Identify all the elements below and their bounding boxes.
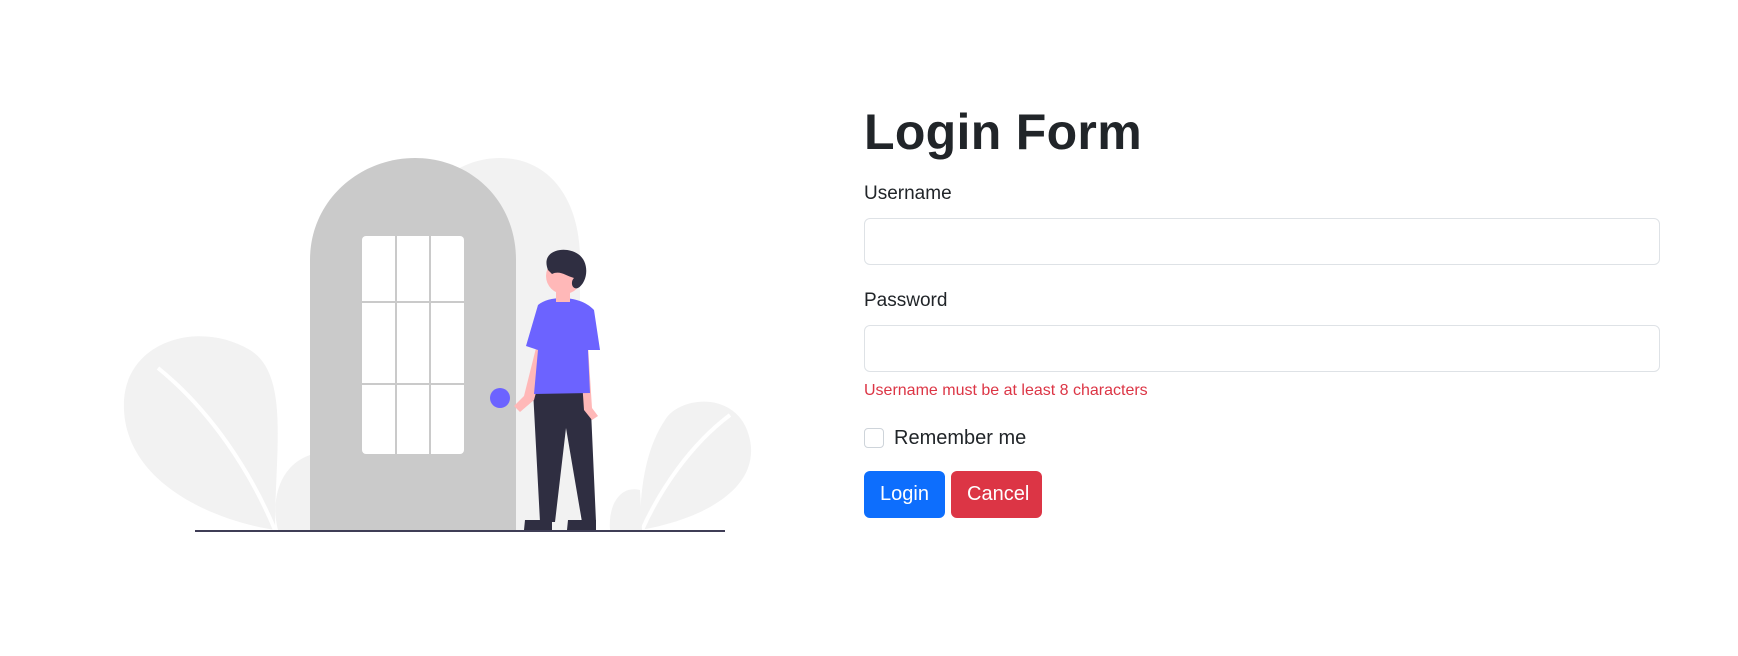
password-label: Password — [864, 290, 948, 311]
button-row: Login Cancel — [864, 471, 1660, 518]
validation-error: Username must be at least 8 characters — [864, 382, 1148, 399]
page-title: Login Form — [864, 104, 1142, 160]
remember-me-row: Remember me — [864, 426, 1660, 450]
person-at-door-illustration — [123, 158, 752, 532]
remember-me-label[interactable]: Remember me — [894, 426, 1026, 450]
cancel-button[interactable]: Cancel — [951, 471, 1042, 518]
login-illustration — [120, 150, 760, 540]
password-input[interactable] — [864, 325, 1660, 372]
username-input[interactable] — [864, 218, 1660, 265]
login-button[interactable]: Login — [864, 471, 945, 518]
login-form: Login Form Username Password Username mu… — [864, 98, 1660, 518]
remember-me-checkbox[interactable] — [864, 428, 884, 448]
username-label: Username — [864, 183, 952, 204]
